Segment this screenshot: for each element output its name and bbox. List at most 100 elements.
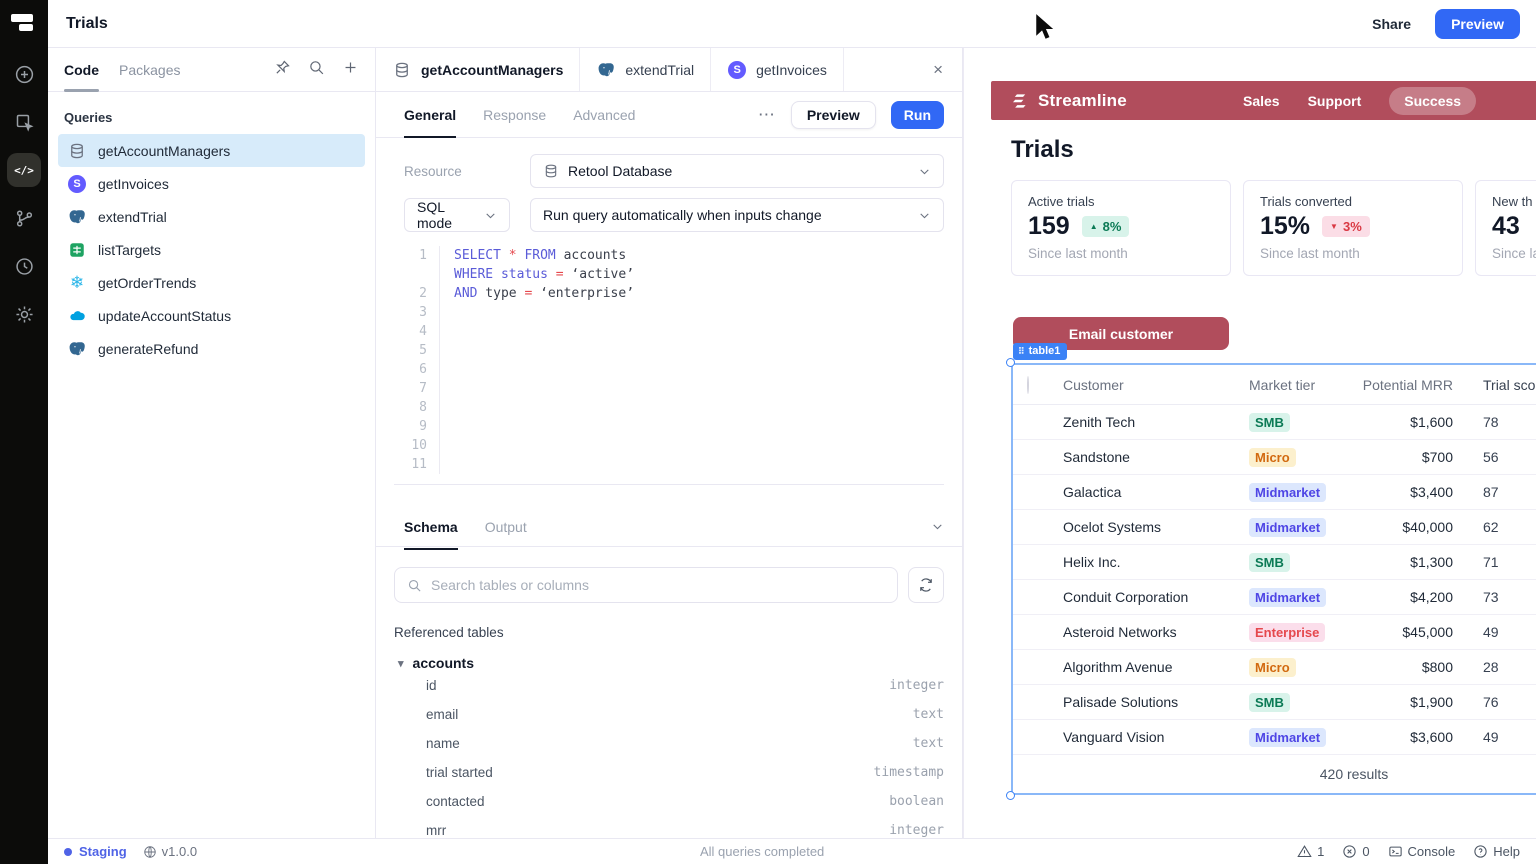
- git-branch-icon[interactable]: [0, 194, 48, 242]
- table-row[interactable]: Vanguard VisionMidmarket$3,60049: [1013, 720, 1536, 755]
- select-all-checkbox[interactable]: [1027, 376, 1029, 394]
- cell-potential-mrr: $45,000: [1345, 624, 1453, 640]
- console-icon: [1388, 844, 1403, 859]
- cell-market-tier: SMB: [1249, 413, 1345, 432]
- open-tab-getInvoices[interactable]: SgetInvoices: [711, 48, 844, 91]
- table-row[interactable]: GalacticaMidmarket$3,40087: [1013, 475, 1536, 510]
- environment-selector[interactable]: Staging: [79, 844, 127, 859]
- stat-card: New th43Since la: [1475, 180, 1536, 276]
- mouse-cursor: [1033, 13, 1057, 41]
- query-item-generateRefund[interactable]: generateRefund: [58, 332, 365, 365]
- preview-app-button[interactable]: Preview: [1435, 9, 1520, 39]
- share-button[interactable]: Share: [1364, 10, 1419, 38]
- sql-mode-select[interactable]: SQL mode: [404, 198, 510, 232]
- table-row[interactable]: Zenith TechSMB$1,60078: [1013, 405, 1536, 440]
- column-market-tier[interactable]: Market tier: [1249, 377, 1345, 393]
- tab-response[interactable]: Response: [483, 92, 546, 138]
- table-row[interactable]: Palisade SolutionsSMB$1,90076: [1013, 685, 1536, 720]
- open-tab-extendTrial[interactable]: extendTrial: [580, 48, 711, 91]
- code-panel-icon[interactable]: </>: [0, 146, 48, 194]
- table-row[interactable]: Ocelot SystemsMidmarket$40,00062: [1013, 510, 1536, 545]
- tab-schema[interactable]: Schema: [404, 504, 458, 550]
- selection-handle[interactable]: [1006, 358, 1015, 367]
- cell-market-tier: Midmarket: [1249, 483, 1345, 502]
- pin-icon[interactable]: [274, 59, 291, 81]
- cell-trial-score: 78: [1453, 414, 1536, 430]
- open-tab-getAccountManagers[interactable]: getAccountManagers: [376, 48, 580, 91]
- collapse-chevron-icon[interactable]: [931, 520, 944, 533]
- cell-customer: Vanguard Vision: [1063, 729, 1249, 745]
- refresh-schema-button[interactable]: [908, 567, 944, 603]
- trials-table-widget[interactable]: Customer Market tier Potential MRR Trial…: [1011, 363, 1536, 795]
- preview-query-button[interactable]: Preview: [791, 101, 876, 129]
- plus-icon[interactable]: [342, 59, 359, 81]
- errors-indicator[interactable]: 0: [1342, 844, 1369, 859]
- tab-output[interactable]: Output: [485, 504, 527, 550]
- queries-list: getAccountManagersSgetInvoices extendTria…: [48, 134, 375, 365]
- more-menu-icon[interactable]: ⋯: [758, 105, 776, 125]
- query-item-getInvoices[interactable]: SgetInvoices: [58, 167, 365, 200]
- top-bar: Trials Share Preview: [48, 0, 1536, 48]
- run-behavior-select[interactable]: Run query automatically when inputs chan…: [530, 198, 944, 232]
- sql-code-area[interactable]: SELECT * FROM accountsWHERE status = ‘ac…: [440, 246, 944, 474]
- app-nav-support[interactable]: Support: [1308, 93, 1362, 109]
- query-item-label: extendTrial: [98, 209, 167, 225]
- tab-packages[interactable]: Packages: [119, 48, 180, 92]
- run-query-button[interactable]: Run: [891, 101, 944, 129]
- cell-potential-mrr: $3,400: [1345, 484, 1453, 500]
- query-item-getOrderTrends[interactable]: ❄getOrderTrends: [58, 266, 365, 299]
- page-title: Trials: [66, 15, 108, 33]
- warning-icon: [1297, 844, 1312, 859]
- app-header-bar: Streamline SalesSupportSuccess: [991, 81, 1536, 120]
- table-row[interactable]: Asteroid NetworksEnterprise$45,00049: [1013, 615, 1536, 650]
- cell-market-tier: SMB: [1249, 553, 1345, 572]
- warnings-indicator[interactable]: 1: [1297, 844, 1324, 859]
- history-icon[interactable]: [0, 242, 48, 290]
- column-potential-mrr[interactable]: Potential MRR: [1345, 377, 1453, 393]
- cell-potential-mrr: $800: [1345, 659, 1453, 675]
- app-nav-success[interactable]: Success: [1389, 87, 1476, 115]
- close-tab-icon[interactable]: ×: [914, 48, 962, 91]
- open-query-tabs: getAccountManagers extendTrialSgetInvoice…: [376, 48, 962, 92]
- query-item-listTargets[interactable]: listTargets: [58, 233, 365, 266]
- cell-market-tier: SMB: [1249, 693, 1345, 712]
- chevron-down-icon: [918, 165, 931, 178]
- tab-general[interactable]: General: [404, 92, 456, 138]
- table-row[interactable]: Helix Inc.SMB$1,30071: [1013, 545, 1536, 580]
- selection-handle[interactable]: [1006, 791, 1015, 800]
- environment-dot-icon: [64, 848, 72, 856]
- column-customer[interactable]: Customer: [1063, 377, 1249, 393]
- query-item-getAccountManagers[interactable]: getAccountManagers: [58, 134, 365, 167]
- query-item-extendTrial[interactable]: extendTrial: [58, 200, 365, 233]
- table-row[interactable]: SandstoneMicro$70056: [1013, 440, 1536, 475]
- stats-row: Active trials159▲8%Since last monthTrial…: [1011, 180, 1536, 276]
- schema-search-field[interactable]: [394, 567, 898, 603]
- table-row[interactable]: Algorithm AvenueMicro$80028: [1013, 650, 1536, 685]
- table-widget-tag[interactable]: ⠿ table1: [1013, 343, 1067, 360]
- table-row[interactable]: Conduit CorporationMidmarket$4,20073: [1013, 580, 1536, 615]
- tab-code[interactable]: Code: [64, 48, 99, 92]
- help-button[interactable]: Help: [1473, 844, 1520, 859]
- query-item-updateAccountStatus[interactable]: updateAccountStatus: [58, 299, 365, 332]
- schema-table-accounts[interactable]: ▾ accounts: [394, 655, 944, 671]
- table-body: Zenith TechSMB$1,60078SandstoneMicro$700…: [1013, 405, 1536, 755]
- query-editor-panel: getAccountManagers extendTrialSgetInvoice…: [376, 48, 963, 838]
- help-icon: [1473, 844, 1488, 859]
- column-trial-score[interactable]: Trial sco: [1453, 377, 1536, 393]
- schema-search-input[interactable]: [431, 577, 885, 593]
- cell-customer: Ocelot Systems: [1063, 519, 1249, 535]
- database-icon: [543, 163, 559, 179]
- cell-trial-score: 28: [1453, 659, 1536, 675]
- open-tab-label: getAccountManagers: [421, 62, 563, 78]
- app-nav-sales[interactable]: Sales: [1243, 93, 1280, 109]
- settings-gear-icon[interactable]: [0, 290, 48, 338]
- select-tool-icon[interactable]: [0, 98, 48, 146]
- retool-logo-icon: [11, 12, 37, 34]
- console-button[interactable]: Console: [1388, 844, 1456, 859]
- resource-select[interactable]: Retool Database: [530, 154, 944, 188]
- search-icon[interactable]: [308, 59, 325, 81]
- cell-potential-mrr: $1,900: [1345, 694, 1453, 710]
- add-icon[interactable]: [0, 50, 48, 98]
- cell-trial-score: 71: [1453, 554, 1536, 570]
- tab-advanced[interactable]: Advanced: [573, 92, 635, 138]
